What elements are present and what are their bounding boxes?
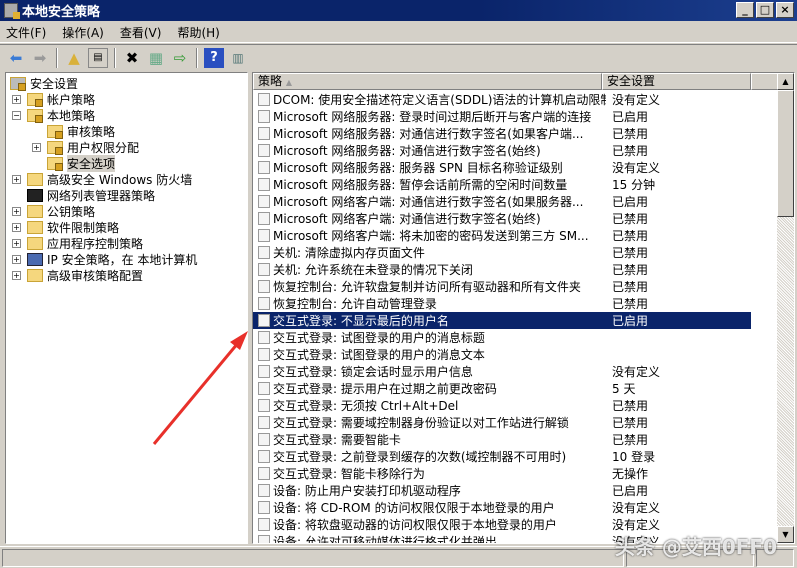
- annotation-arrow: [152, 331, 248, 445]
- watermark: 头条 @艾西0FF0: [614, 535, 777, 559]
